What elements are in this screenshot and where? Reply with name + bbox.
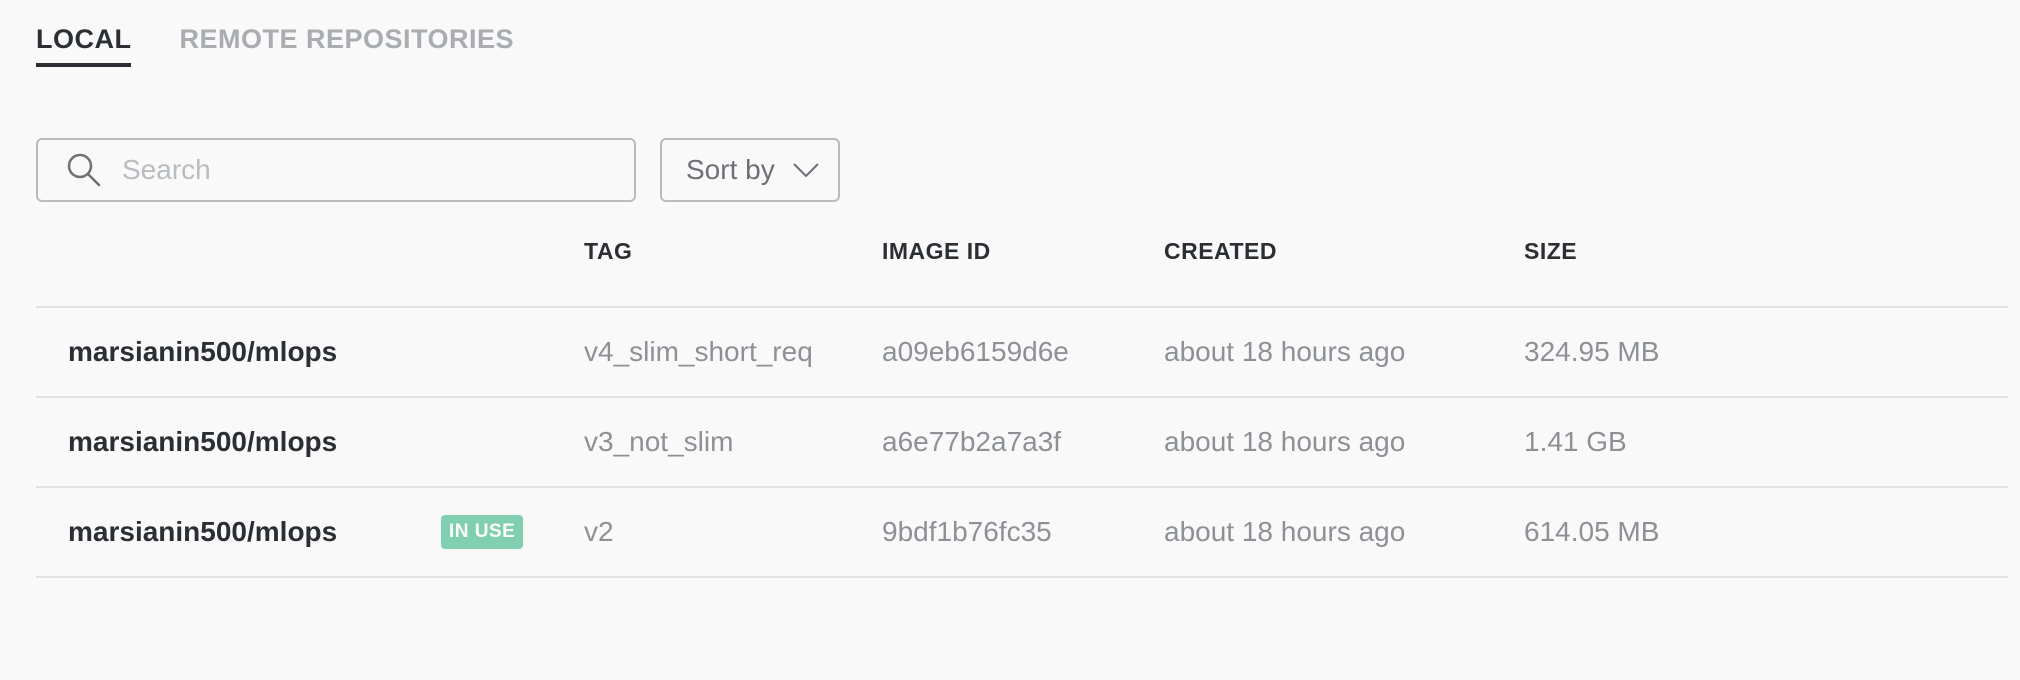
repository-name: marsianin500/mlops <box>68 426 338 457</box>
image-id: a6e77b2a7a3f <box>882 426 1062 457</box>
image-id: 9bdf1b76fc35 <box>882 516 1052 547</box>
table-row[interactable]: marsianin500/mlops v3_not_slim a6e77b2a7… <box>0 397 2020 487</box>
column-header-created[interactable]: CREATED <box>1164 238 1277 265</box>
search-icon <box>67 153 101 187</box>
images-page: LOCAL REMOTE REPOSITORIES Sort by TAG IM… <box>0 0 2020 680</box>
table-divider <box>36 576 2008 578</box>
table-row[interactable]: marsianin500/mlops IN USE v2 9bdf1b76fc3… <box>0 487 2020 577</box>
image-created: about 18 hours ago <box>1164 516 1406 547</box>
column-header-tag[interactable]: TAG <box>584 238 632 265</box>
image-size: 614.05 MB <box>1524 516 1660 547</box>
search-input[interactable] <box>122 154 602 186</box>
sort-by-label: Sort by <box>686 154 775 185</box>
image-tag: v3_not_slim <box>584 426 734 457</box>
sort-by-dropdown[interactable]: Sort by <box>660 138 840 202</box>
table-row[interactable]: marsianin500/mlops v4_slim_short_req a09… <box>0 307 2020 397</box>
image-size: 1.41 GB <box>1524 426 1627 457</box>
image-size: 324.95 MB <box>1524 336 1660 367</box>
column-header-image-id[interactable]: IMAGE ID <box>882 238 991 265</box>
in-use-badge: IN USE <box>441 515 524 549</box>
chevron-down-icon <box>792 163 819 178</box>
column-header-size[interactable]: SIZE <box>1524 238 1577 265</box>
repository-name: marsianin500/mlops <box>68 516 338 547</box>
tab-bar: LOCAL REMOTE REPOSITORIES <box>36 24 514 67</box>
search-box[interactable] <box>36 138 636 202</box>
image-tag: v2 <box>584 516 614 547</box>
tab-remote-repositories[interactable]: REMOTE REPOSITORIES <box>179 24 514 67</box>
image-created: about 18 hours ago <box>1164 336 1406 367</box>
image-id: a09eb6159d6e <box>882 336 1069 367</box>
tab-local[interactable]: LOCAL <box>36 24 132 67</box>
image-tag: v4_slim_short_req <box>584 336 813 367</box>
repository-name: marsianin500/mlops <box>68 336 338 367</box>
image-created: about 18 hours ago <box>1164 426 1406 457</box>
